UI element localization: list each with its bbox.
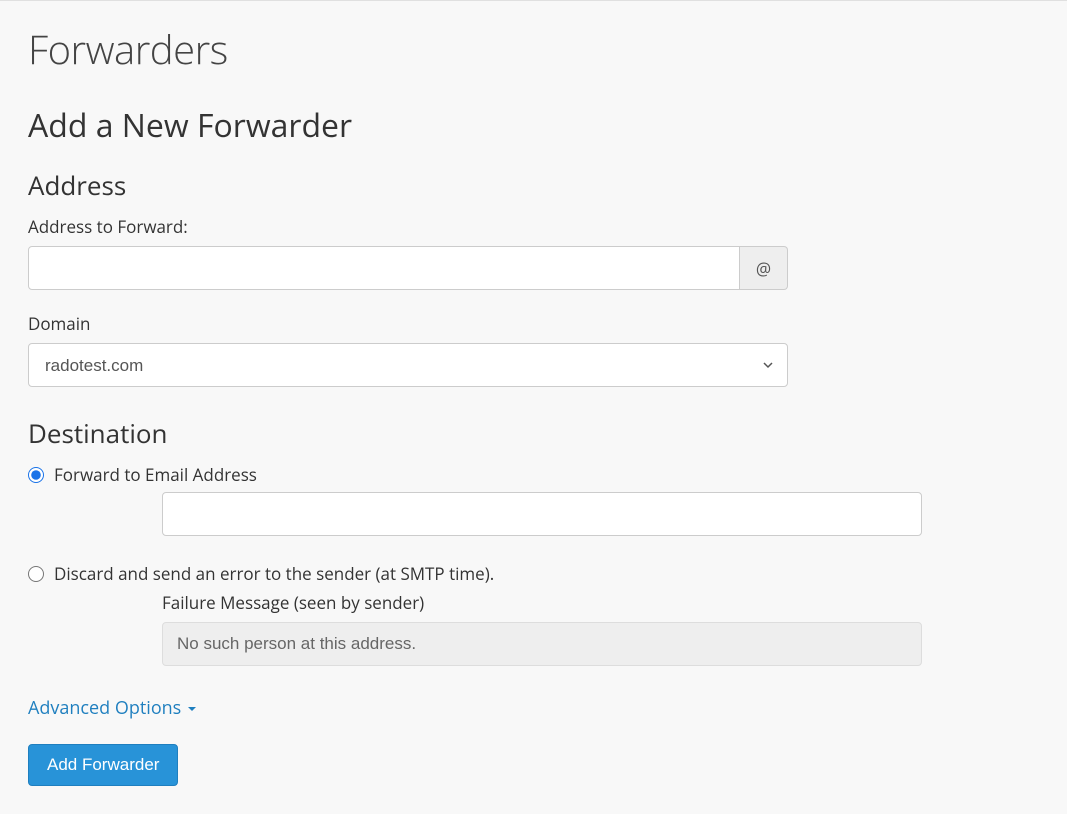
page-subtitle: Add a New Forwarder (28, 104, 1039, 147)
forward-option-block: Forward to Email Address (28, 463, 1039, 536)
failure-message-input (162, 622, 922, 666)
page-title: Forwarders (28, 21, 1039, 76)
address-to-forward-input[interactable] (28, 246, 740, 290)
address-input-group: @ (28, 246, 788, 290)
discard-option-block: Discard and send an error to the sender … (28, 562, 1039, 666)
at-symbol-addon: @ (740, 246, 788, 290)
failure-message-label: Failure Message (seen by sender) (162, 591, 922, 614)
forward-email-input[interactable] (162, 492, 922, 536)
add-forwarder-button[interactable]: Add Forwarder (28, 744, 178, 786)
address-heading: Address (28, 167, 1039, 203)
forward-email-radio[interactable] (28, 467, 44, 483)
advanced-options-label: Advanced Options (28, 696, 181, 720)
advanced-options-toggle[interactable]: Advanced Options (28, 696, 197, 720)
caret-down-icon (187, 696, 197, 720)
domain-select[interactable]: radotest.com (28, 343, 788, 387)
forward-email-label[interactable]: Forward to Email Address (54, 463, 257, 486)
destination-section: Destination Forward to Email Address Dis… (28, 415, 1039, 666)
domain-label: Domain (28, 312, 1039, 335)
discard-radio[interactable] (28, 566, 44, 582)
at-icon: @ (756, 257, 771, 280)
forwarders-page: Forwarders Add a New Forwarder Address A… (0, 1, 1067, 814)
domain-select-wrapper: radotest.com (28, 343, 788, 387)
destination-heading: Destination (28, 415, 1039, 451)
address-forward-label: Address to Forward: (28, 215, 1039, 238)
discard-label[interactable]: Discard and send an error to the sender … (54, 562, 494, 585)
